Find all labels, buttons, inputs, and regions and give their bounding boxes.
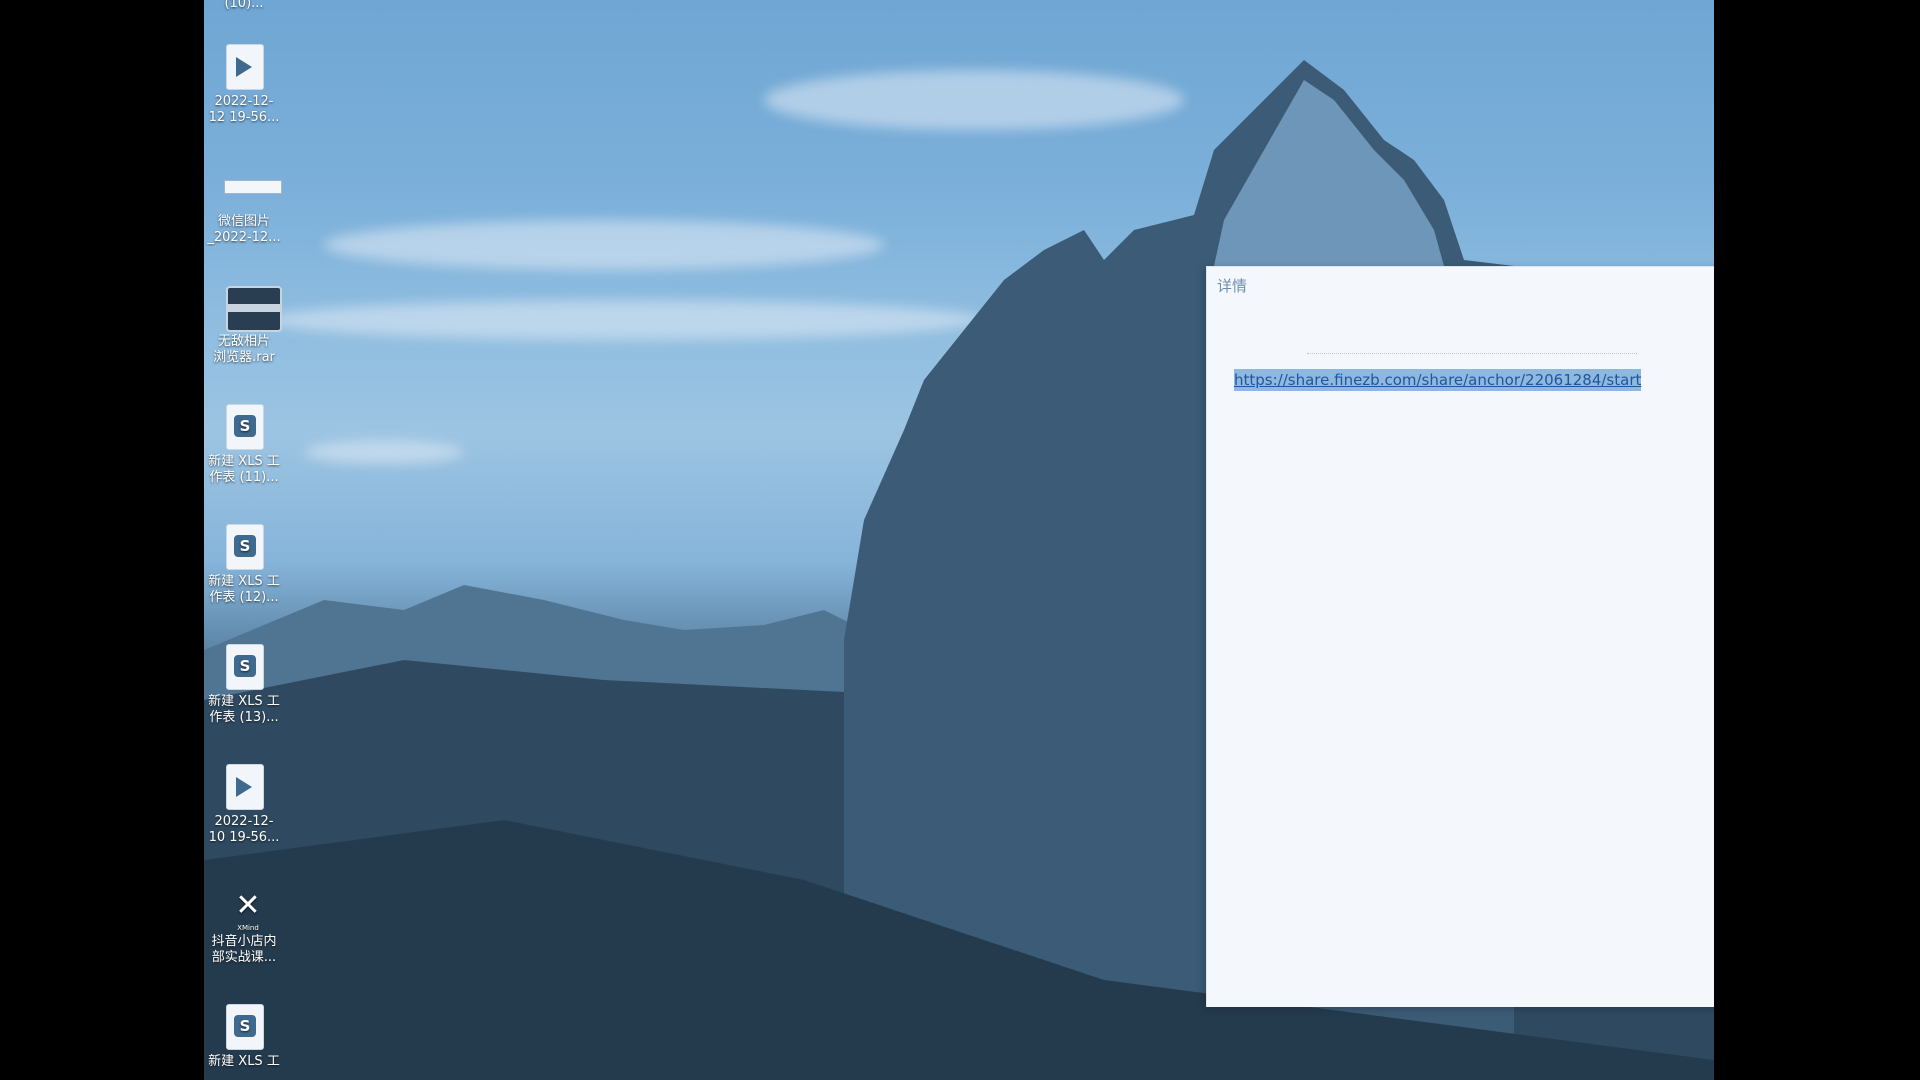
desktop-icon-video[interactable]: 2022-12- 10 19-56... <box>204 762 284 846</box>
desktop-icon-label: 微信图片 _2022-12... <box>207 214 281 245</box>
desktop-partial-label: (10)... <box>204 0 284 12</box>
desktop-icon-image[interactable]: 微信图片 _2022-12... <box>204 162 284 246</box>
video-file-icon <box>224 762 264 810</box>
desktop-icon-xls[interactable]: S 新建 XLS 工 作表 (11)... <box>204 402 284 486</box>
xmind-logo-icon: ✕ <box>235 888 261 923</box>
desktop-icon-xls[interactable]: S 新建 XLS 工 <box>204 1002 284 1070</box>
desktop-icon-label: (10)... <box>224 0 264 11</box>
desktop-screen: (10)... 2022-12- 12 19-56... 微信图片 _2022-… <box>204 0 1714 1080</box>
spreadsheet-file-icon: S <box>224 1002 264 1050</box>
share-link[interactable]: https://share.finezb.com/share/anchor/22… <box>1234 369 1642 391</box>
archive-file-icon <box>224 282 282 332</box>
desktop-icon-xls[interactable]: S 新建 XLS 工 作表 (13)... <box>204 642 284 726</box>
spreadsheet-file-icon: S <box>224 642 264 690</box>
spreadsheet-file-icon: S <box>224 402 264 450</box>
desktop-icon-column: (10)... 2022-12- 12 19-56... 微信图片 _2022-… <box>204 0 284 1080</box>
xmind-file-icon: ✕ XMind <box>224 882 264 933</box>
desktop-icon-label: 2022-12- 10 19-56... <box>208 814 280 845</box>
desktop-icon-label: 新建 XLS 工 作表 (13)... <box>208 694 280 725</box>
desktop-icon-label: 新建 XLS 工 作表 (12)... <box>208 574 280 605</box>
desktop-icon-label: 新建 XLS 工 <box>208 1054 280 1069</box>
desktop-icon-xls[interactable]: S 新建 XLS 工 作表 (12)... <box>204 522 284 606</box>
desktop-icon-label: 无敌相片 浏览器.rar <box>213 334 275 365</box>
window-title: 详情 <box>1217 277 1248 295</box>
video-file-icon <box>224 42 264 90</box>
desktop-icon-label: 2022-12- 12 19-56... <box>208 94 280 125</box>
desktop-icon-xmind[interactable]: ✕ XMind 抖音小店内 部实战课... <box>204 882 284 966</box>
desktop-icon-rar[interactable]: 无敌相片 浏览器.rar <box>204 282 284 366</box>
desktop-icon-video[interactable]: 2022-12- 12 19-56... <box>204 42 284 126</box>
desktop-icon-label: 新建 XLS 工 作表 (11)... <box>208 454 280 485</box>
desktop-icon-label: 抖音小店内 部实战课... <box>211 934 277 965</box>
image-file-icon <box>224 162 282 210</box>
divider <box>1307 353 1637 354</box>
spreadsheet-file-icon: S <box>224 522 264 570</box>
details-window: 详情 https://share.finezb.com/share/anchor… <box>1206 266 1714 1007</box>
